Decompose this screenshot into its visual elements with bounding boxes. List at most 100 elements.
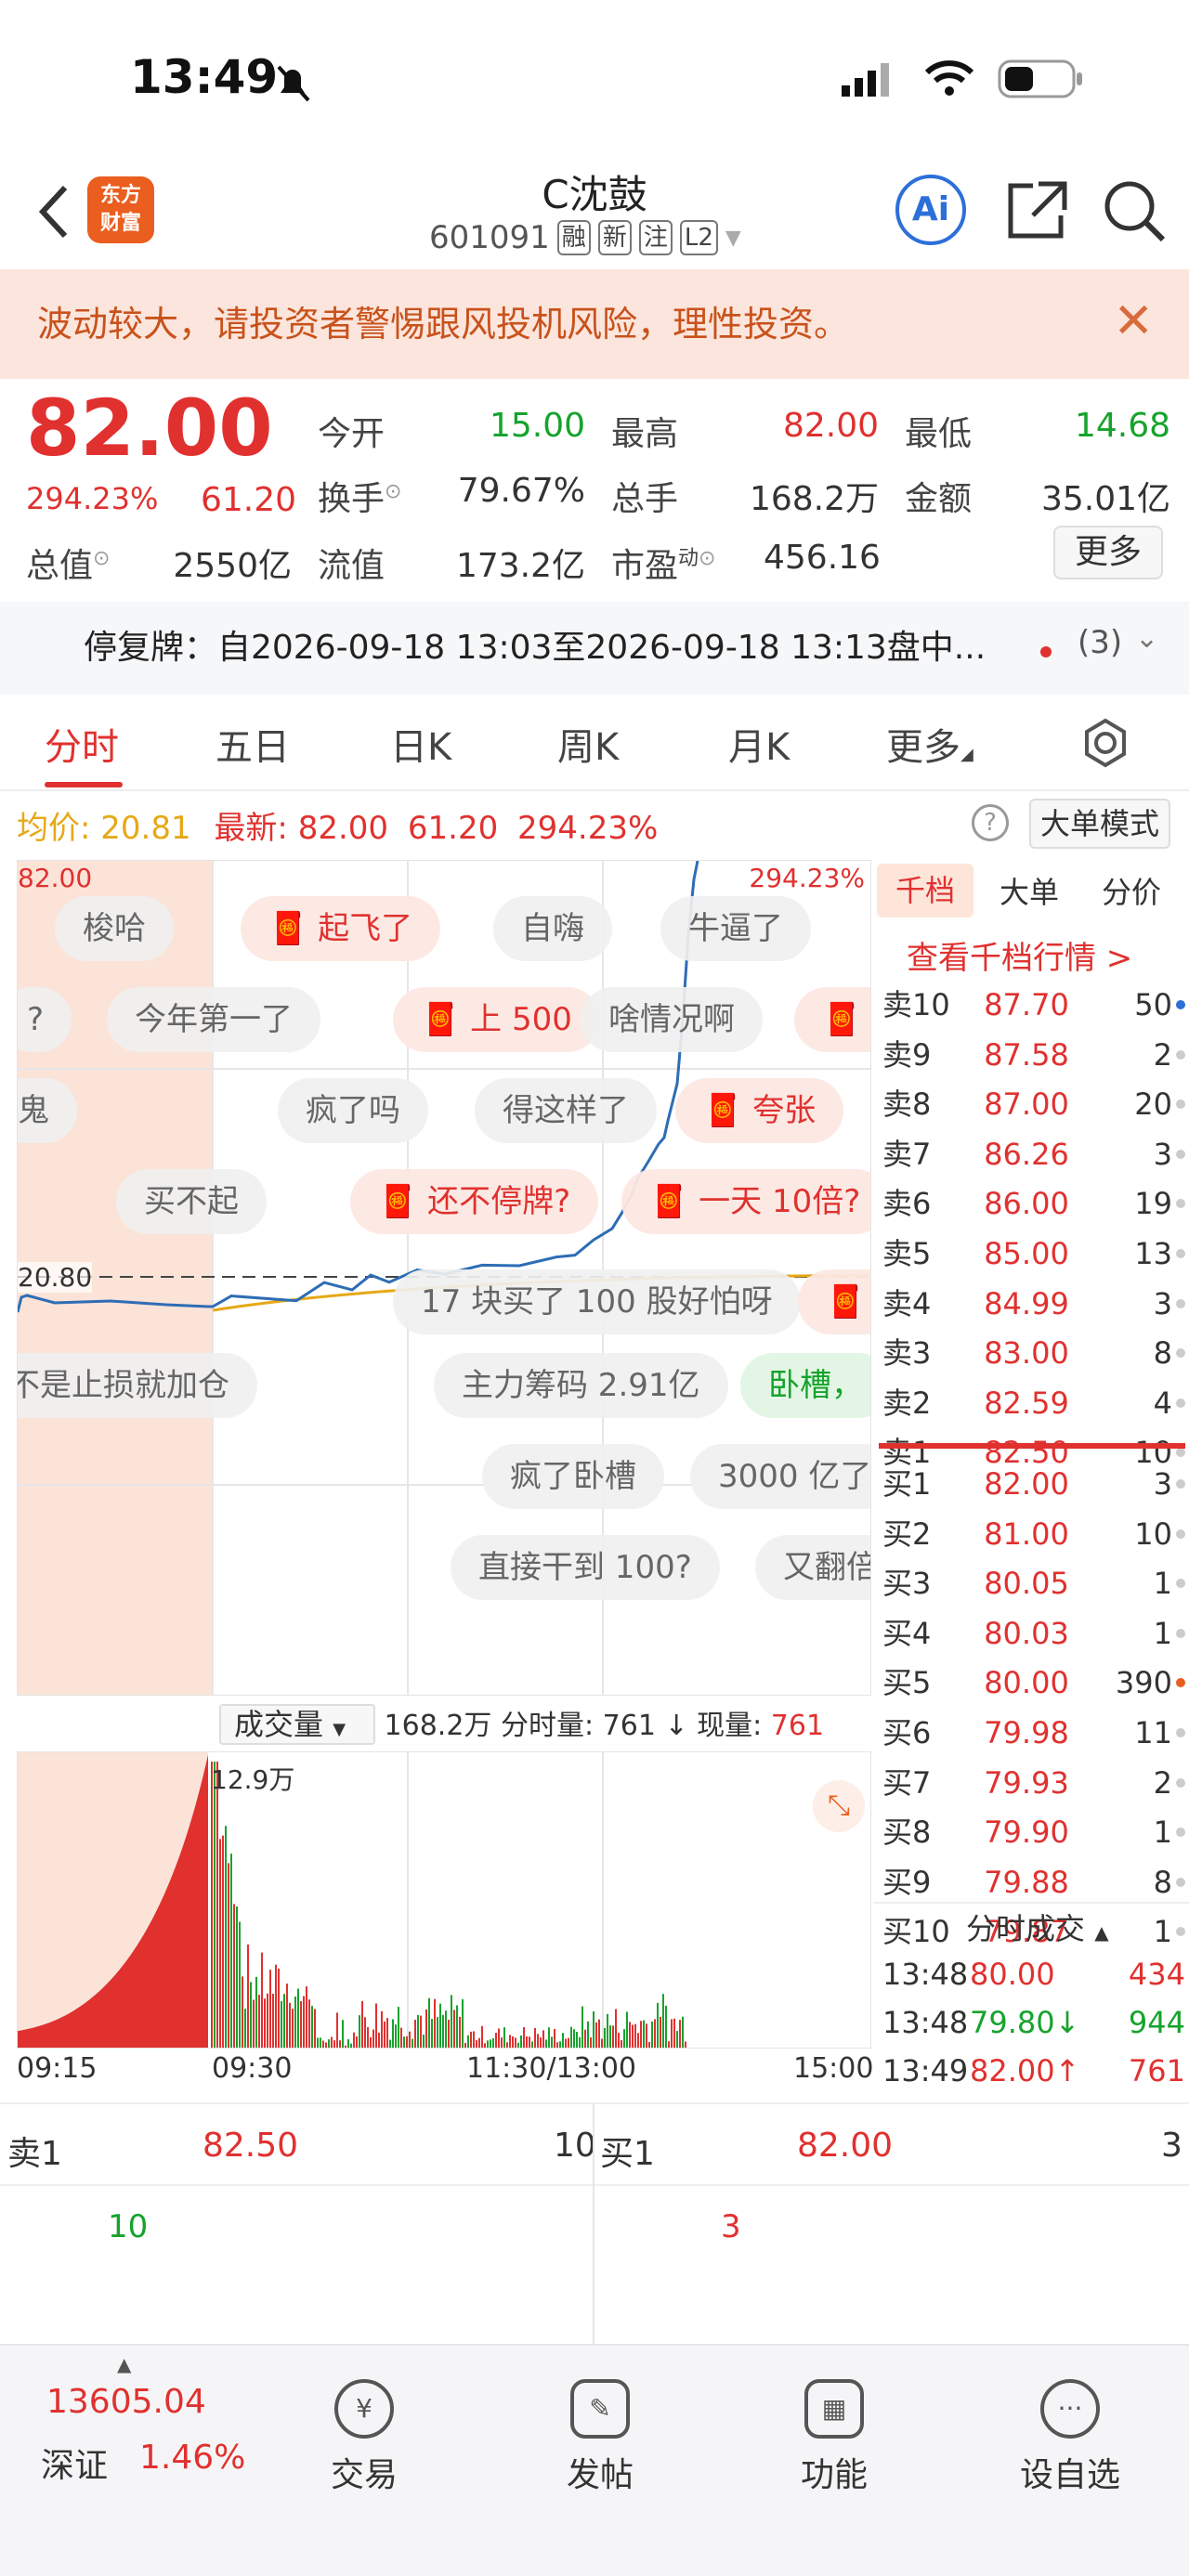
price-summary-row: 均价: 20.81 最新: 82.00 61.20 294.23% xyxy=(17,802,658,848)
volume-bar xyxy=(292,2009,294,2048)
danmu-comment[interactable]: 🧧 夸张 xyxy=(675,1078,844,1143)
danmu-comment[interactable]: 主力筹码 2.91亿 xyxy=(434,1353,728,1418)
volume-bar xyxy=(225,1826,227,2048)
tick-volume-label: 分时量: xyxy=(500,1710,594,1742)
ask-row[interactable]: 卖8 87.00 20 xyxy=(882,1082,1185,1126)
danmu-comment[interactable]: 3000 亿了 xyxy=(690,1444,870,1509)
danmu-comment[interactable]: 🧧 傻 xyxy=(794,987,870,1052)
danmu-comment[interactable]: 不是止损就加仓 xyxy=(18,1353,257,1418)
danmu-comment[interactable]: 🧧 起飞了 xyxy=(241,896,441,961)
chevron-down-icon[interactable]: ⌄ xyxy=(1135,622,1158,655)
high-value: 82.00 xyxy=(782,407,879,445)
danmu-comment[interactable]: 疯了卧槽 xyxy=(482,1444,664,1509)
level-price: 81.00 xyxy=(984,1516,1069,1552)
danmu-comment[interactable]: 啥情况啊 xyxy=(581,987,763,1052)
volume-bar xyxy=(542,2030,544,2048)
bid-row[interactable]: 买9 79.88 8 xyxy=(882,1860,1185,1905)
danmu-comment[interactable]: 🧧 明天 xyxy=(798,1269,870,1334)
big-order-mode-button[interactable]: 大单模式 xyxy=(1029,799,1170,849)
ask-row[interactable]: 卖4 84.99 3 xyxy=(882,1281,1185,1326)
ask-row[interactable]: 卖10 87.70 50 xyxy=(882,982,1185,1027)
bid-row[interactable]: 买2 81.00 10 xyxy=(882,1512,1185,1556)
nav-functions[interactable]: ▦ 功能 xyxy=(760,2379,908,2496)
ask-row[interactable]: 卖2 82.59 4 xyxy=(882,1381,1185,1425)
share-icon[interactable] xyxy=(1005,178,1070,243)
tick-label: 09:30 xyxy=(212,2052,293,2085)
bid-row[interactable]: 买5 80.00 390 xyxy=(882,1660,1185,1705)
nav-trade[interactable]: ¥ 交易 xyxy=(290,2379,438,2496)
volume-bar xyxy=(453,2010,455,2048)
ask-row[interactable]: 卖6 86.00 19 xyxy=(882,1181,1185,1226)
danmu-comment[interactable]: 🧧 上 500 xyxy=(393,987,600,1052)
danmu-comment[interactable]: 卧槽， xyxy=(740,1353,870,1418)
index-pct[interactable]: 1.46% xyxy=(139,2439,245,2477)
danmu-comment[interactable]: 得这样了 xyxy=(475,1078,657,1143)
tab-more[interactable]: 更多◢ xyxy=(886,717,973,771)
tab-price-dist[interactable]: 分价 xyxy=(1102,869,1161,912)
settings-icon[interactable] xyxy=(1079,717,1131,769)
ask-row[interactable]: 卖3 83.00 8 xyxy=(882,1331,1185,1375)
volume-bar xyxy=(347,2039,349,2048)
danmu-comment[interactable]: 今年第一了 xyxy=(107,987,320,1052)
bid-row[interactable]: 买7 79.93 2 xyxy=(882,1761,1185,1805)
danmu-comment[interactable]: 牛逼了 xyxy=(660,896,811,961)
suspension-notice[interactable]: 停复牌：自2026-09-18 13:03至2026-09-18 13:13盘中… xyxy=(0,602,1189,695)
bid-row[interactable]: 买8 79.90 1 xyxy=(882,1810,1185,1854)
intraday-chart[interactable]: 82.00 294.23% 20.80 梭哈 🧧 起飞了 自嗨 牛逼了? 今年第一了 🧧 … xyxy=(17,860,871,1696)
dropdown-icon[interactable]: ▼ xyxy=(725,227,741,250)
tab-big-order[interactable]: 大单 xyxy=(1000,869,1059,912)
close-icon[interactable]: ✕ xyxy=(1113,293,1154,349)
volume-bar xyxy=(264,1998,266,2048)
ticks-title[interactable]: 分时成交 ▲ xyxy=(966,1906,1109,1948)
volume-bar xyxy=(679,2020,681,2048)
ask-row[interactable]: 卖7 86.26 3 xyxy=(882,1132,1185,1177)
trade-tick-row: 13:49 82.00↑ 761 xyxy=(882,2049,1185,2093)
tab-weekly-k[interactable]: 周K xyxy=(557,717,619,771)
danmu-comment[interactable]: 自嗨 xyxy=(493,896,612,961)
ai-assistant-button[interactable]: Ai xyxy=(895,175,966,245)
volume-bar xyxy=(662,1994,664,2048)
nav-post[interactable]: ✎ 发帖 xyxy=(526,2379,674,2496)
view-depth-link[interactable]: 查看千档行情 > xyxy=(907,932,1132,978)
expand-icon[interactable]: ⤡ xyxy=(813,1780,865,1832)
bid-row[interactable]: 买1 82.00 3 xyxy=(882,1462,1185,1506)
help-icon[interactable]: ? xyxy=(972,804,1009,841)
index-value[interactable]: 13605.04 xyxy=(46,2383,206,2421)
volume-bar xyxy=(648,2041,650,2048)
danmu-comment[interactable]: 疯了吗 xyxy=(278,1078,428,1143)
index-name[interactable]: 深证 xyxy=(41,2439,108,2487)
bid-row[interactable]: 买6 79.98 11 xyxy=(882,1711,1185,1755)
level-label: 买5 xyxy=(882,1665,932,1701)
indicator-dot xyxy=(1176,1348,1185,1359)
tab-intraday[interactable]: 分时 xyxy=(45,717,119,771)
volume-bar xyxy=(473,2031,475,2048)
volume-bar xyxy=(517,2042,519,2048)
danmu-comment[interactable]: 又翻倍了 xyxy=(755,1535,870,1600)
volume-bar xyxy=(464,2042,466,2048)
danmu-comment[interactable]: 17 块买了 100 股好怕呀 xyxy=(393,1269,801,1334)
tab-five-day[interactable]: 五日 xyxy=(216,717,290,771)
volume-bar xyxy=(317,2037,319,2048)
search-icon[interactable] xyxy=(1100,176,1169,245)
volume-indicator-select[interactable]: 成交量 ▼ xyxy=(219,1704,375,1745)
danmu-comment[interactable]: 买不起 xyxy=(116,1169,267,1234)
tab-thousand-level[interactable]: 千档 xyxy=(877,864,973,917)
volume-bar xyxy=(568,2037,569,2048)
volume-bar xyxy=(242,1976,243,2048)
danmu-comment[interactable]: 🧧 一天 10倍? xyxy=(621,1169,870,1234)
volume-value: 168.2万 xyxy=(749,480,879,518)
ask-row[interactable]: 卖5 85.00 13 xyxy=(882,1231,1185,1276)
tab-daily-k[interactable]: 日K xyxy=(390,717,451,771)
danmu-comment[interactable]: 直接干到 100? xyxy=(451,1535,720,1600)
nav-add-watchlist[interactable]: ··· 设自选 xyxy=(996,2379,1144,2496)
volume-chart[interactable]: 12.9万 ⤡ xyxy=(17,1751,871,2049)
danmu-comment[interactable]: 🧧 还不停牌? xyxy=(350,1169,599,1234)
indicator-dot xyxy=(1176,1777,1185,1788)
ask-row[interactable]: 卖9 87.58 2 xyxy=(882,1033,1185,1077)
volume-bar xyxy=(253,1999,255,2048)
bid-row[interactable]: 买4 80.03 1 xyxy=(882,1611,1185,1656)
bid-row[interactable]: 买3 80.05 1 xyxy=(882,1561,1185,1606)
more-button[interactable]: 更多 xyxy=(1053,526,1163,579)
tab-monthly-k[interactable]: 月K xyxy=(728,717,790,771)
danmu-comment[interactable]: 梭哈 xyxy=(55,896,174,961)
